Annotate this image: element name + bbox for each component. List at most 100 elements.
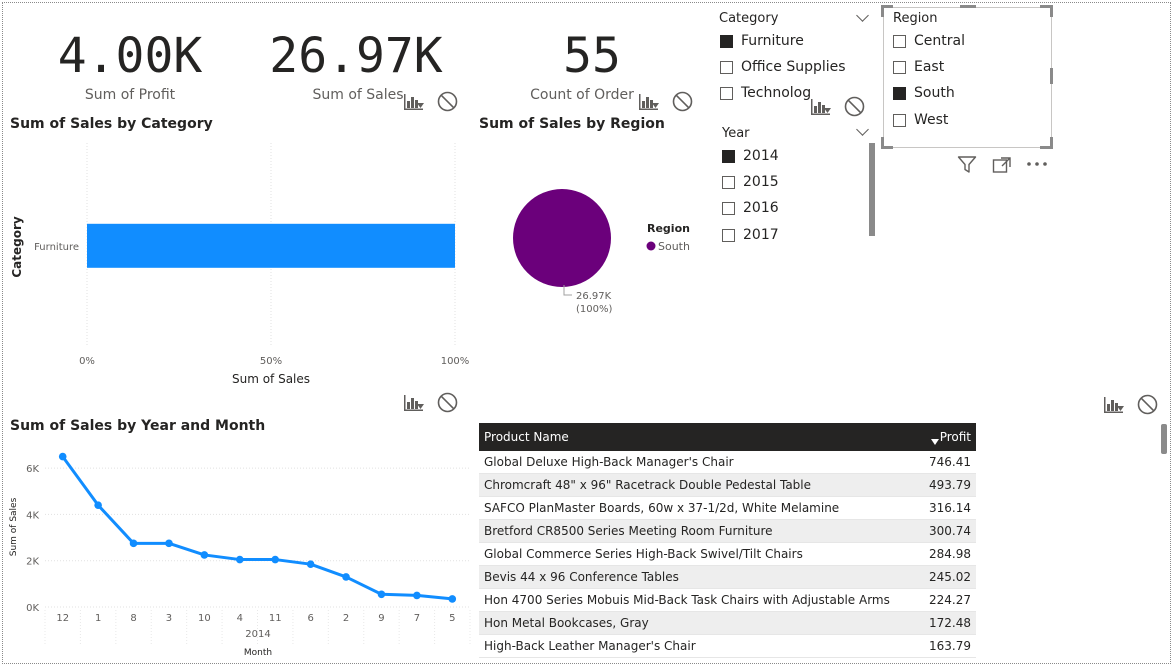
checkbox[interactable] [720, 34, 733, 48]
x-tick-label: 0% [79, 356, 95, 367]
data-point [306, 560, 315, 568]
year-item-2015[interactable]: 2015 [722, 174, 779, 190]
resize-handle[interactable] [1050, 68, 1053, 84]
category-item-furniture[interactable]: Furniture [720, 33, 804, 49]
no-entry-icon[interactable] [844, 96, 865, 117]
year-item-2017[interactable]: 2017 [722, 227, 779, 243]
year-item-2016[interactable]: 2016 [722, 200, 779, 216]
x-tick-label: 7 [414, 613, 420, 624]
checkbox[interactable] [722, 228, 735, 242]
table-row[interactable]: Hon 4700 Series Mobuis Mid-Back Task Cha… [479, 588, 976, 612]
cell-product-name: High-Back Leather Manager's Chair [479, 634, 906, 658]
resize-handle[interactable] [881, 137, 884, 149]
column-header-product-name[interactable]: Product Name [479, 423, 906, 451]
year-item-2014[interactable]: 2014 [722, 148, 779, 164]
bar-chart: 0% 50% 100% Furniture Sum of Sales Category [10, 143, 469, 386]
checkbox[interactable] [720, 86, 733, 100]
pie-chart-title: Sum of Sales by Region [479, 116, 665, 132]
table-row[interactable]: Bretford CR8500 Series Meeting Room Furn… [479, 519, 976, 543]
pie-chart: 26.97K (100%) South Region [513, 189, 690, 315]
cell-product-name: SAFCO PlanMaster Boards, 60w x 37-1/2d, … [479, 496, 906, 520]
kpi-orders-label: Count of Order [530, 87, 634, 103]
category-item-label: Technolog [741, 85, 812, 101]
resize-handle[interactable] [960, 5, 976, 8]
cell-profit: 300.74 [906, 519, 976, 543]
checkbox[interactable] [893, 34, 906, 48]
cell-profit: 493.79 [906, 473, 976, 497]
data-point [165, 539, 173, 548]
table-row[interactable]: Global Commerce Series High-Back Swivel/… [479, 542, 976, 566]
category-item-technology[interactable]: Technolog [720, 85, 811, 101]
cell-product-name: Bevis 44 x 96 Conference Tables [479, 565, 906, 589]
legend-title: Region [647, 222, 690, 235]
region-item-label: Central [914, 33, 965, 49]
cell-profit: 245.02 [906, 565, 976, 589]
resize-handle[interactable] [1050, 137, 1053, 149]
x-tick-label: 8 [130, 613, 136, 624]
x-tick-label: 3 [166, 613, 172, 624]
cell-profit: 746.41 [906, 451, 976, 474]
y-axis-title: Category [10, 216, 24, 278]
kpi-sales-value: 26.97K [269, 28, 443, 84]
no-entry-icon[interactable] [672, 91, 693, 112]
year-slicer-header: Year [722, 126, 750, 141]
table-row[interactable]: High-Back Leather Manager's Chair 163.79 [479, 634, 976, 658]
no-entry-icon[interactable] [437, 91, 458, 112]
x-tick-label: 5 [449, 613, 455, 624]
x-group-label: 2014 [245, 629, 270, 640]
region-item-central[interactable]: Central [893, 33, 965, 49]
table-header-row: Product Name Profit [479, 423, 976, 451]
cell-product-name: Chromcraft 48" x 96" Racetrack Double Pe… [479, 473, 906, 497]
no-entry-icon[interactable] [1137, 394, 1158, 415]
data-point [377, 590, 386, 599]
sort-descending-icon[interactable] [930, 438, 940, 446]
x-tick-label: 9 [378, 613, 384, 624]
checkbox[interactable] [893, 86, 906, 100]
more-options-icon[interactable] [1026, 161, 1048, 167]
year-slicer-scrollbar[interactable] [869, 143, 875, 236]
x-axis-title: Sum of Sales [232, 372, 310, 386]
data-point [200, 551, 209, 559]
table-row[interactable]: Bevis 44 x 96 Conference Tables 245.02 [479, 565, 976, 589]
chart-analytics-icon[interactable] [1103, 395, 1125, 415]
region-item-south[interactable]: South [893, 85, 955, 101]
chart-analytics-icon[interactable] [810, 97, 832, 117]
pie-percent-label: (100%) [576, 304, 612, 315]
filter-icon[interactable] [957, 155, 977, 174]
x-tick-label: 6 [307, 613, 313, 624]
no-entry-icon[interactable] [437, 392, 458, 413]
data-point [271, 555, 280, 564]
resize-handle[interactable] [881, 5, 884, 17]
chart-analytics-icon[interactable] [403, 92, 425, 112]
region-item-label: South [914, 85, 955, 101]
checkbox[interactable] [722, 149, 735, 163]
table-row[interactable]: SAFCO PlanMaster Boards, 60w x 37-1/2d, … [479, 496, 976, 520]
focus-mode-icon[interactable] [992, 156, 1012, 174]
checkbox[interactable] [722, 175, 735, 189]
checkbox[interactable] [893, 60, 906, 74]
table-scrollbar[interactable] [1161, 424, 1167, 454]
region-item-label: East [914, 59, 945, 75]
region-item-west[interactable]: West [893, 112, 948, 128]
checkbox[interactable] [720, 60, 733, 74]
cell-profit: 224.27 [906, 588, 976, 612]
region-item-east[interactable]: East [893, 59, 944, 75]
data-point [94, 501, 102, 509]
resize-handle[interactable] [1050, 5, 1053, 17]
chart-analytics-icon[interactable] [403, 393, 425, 413]
line-chart-title: Sum of Sales by Year and Month [10, 418, 266, 434]
product-table-container: Product Name Profit Global Deluxe High-B… [479, 423, 976, 658]
cell-profit: 284.98 [906, 542, 976, 566]
table-row[interactable]: Global Deluxe High-Back Manager's Chair 7… [479, 451, 976, 474]
column-header-profit[interactable]: Profit [906, 423, 976, 451]
cell-product-name: Hon 4700 Series Mobuis Mid-Back Task Cha… [479, 588, 906, 612]
table-row[interactable]: Hon Metal Bookcases, Gray 172.48 [479, 611, 976, 635]
checkbox[interactable] [893, 113, 906, 127]
data-point [413, 591, 421, 600]
category-item-office-supplies[interactable]: Office Supplies [720, 59, 846, 75]
series-line [61, 455, 453, 601]
chart-analytics-icon[interactable] [638, 92, 660, 112]
checkbox[interactable] [722, 201, 735, 215]
table-row[interactable]: Chromcraft 48" x 96" Racetrack Double Pe… [479, 473, 976, 497]
category-item-label: Office Supplies [741, 59, 846, 75]
